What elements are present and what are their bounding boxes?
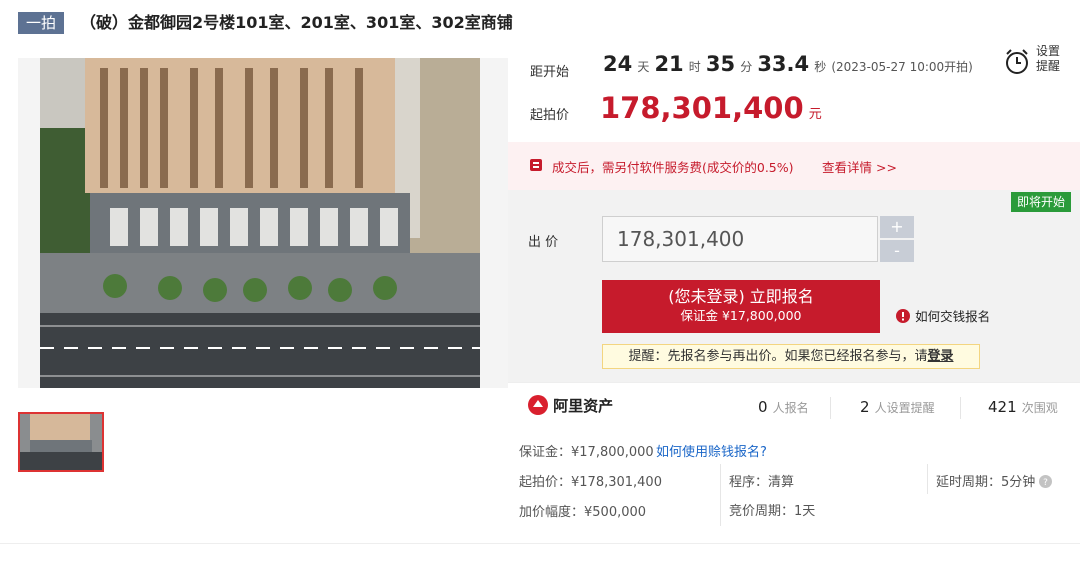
views-number: 421 — [988, 398, 1017, 416]
increment-detail: 加价幅度：¥500,000 — [519, 505, 647, 520]
property-photo[interactable] — [40, 58, 480, 388]
divider — [960, 397, 961, 419]
divider — [830, 397, 831, 419]
register-button-label: (您未登录) 立即报名 — [668, 287, 814, 306]
svg-text:?: ? — [1044, 478, 1049, 488]
register-button-deposit: 保证金 ¥17,800,000 — [680, 308, 802, 323]
reminders-number: 2 — [860, 398, 870, 416]
service-fee-notice: 成交后，需另付软件服务费(成交价的0.5%) 查看详情 >> — [508, 142, 1080, 190]
countdown-hours-unit: 时 — [688, 60, 701, 74]
countdown-days: 24 — [603, 52, 633, 76]
applicants-label: 人报名 — [772, 401, 809, 415]
how-to-pay-label: 如何交钱报名 — [915, 309, 991, 324]
applicants-number: 0 — [758, 398, 768, 416]
delay-period-text: 延时周期：5分钟 — [936, 475, 1036, 490]
how-to-pay-link[interactable]: 如何交钱报名 — [896, 306, 990, 325]
delay-period-detail: 延时周期：5分钟 ? — [936, 471, 1053, 490]
auction-round-badge: 一拍 — [18, 12, 64, 34]
reminder-label-line1: 设置 — [1036, 44, 1061, 58]
start-price-label: 起拍价 — [530, 108, 570, 123]
login-link[interactable]: 登录 — [928, 349, 954, 364]
countdown-minutes-unit: 分 — [740, 60, 753, 74]
login-reminder-tip: 提醒：先报名参与再出价。如果您已经报名参与，请登录 — [602, 344, 980, 369]
brand-name: 阿里资产 — [553, 397, 614, 415]
info-icon — [896, 309, 910, 323]
bid-amount-input[interactable]: 178,301,400 — [602, 216, 878, 262]
help-icon[interactable]: ? — [1039, 475, 1053, 488]
reminder-label-line2: 提醒 — [1036, 59, 1061, 73]
deposit-detail: 保证金：¥17,800,000 — [519, 445, 654, 460]
countdown-timer: 24 天 21 时 35 分 33.4 秒 (2023-05-27 10:00开… — [603, 52, 973, 76]
views-label: 次围观 — [1021, 401, 1058, 415]
section-divider — [0, 543, 1080, 544]
countdown-days-unit: 天 — [637, 60, 650, 74]
countdown-seconds-unit: 秒 — [814, 60, 827, 74]
detail-divider — [720, 464, 721, 526]
bid-label: 出 价 — [528, 235, 559, 250]
set-reminder-button[interactable]: 设置 提醒 — [1002, 44, 1068, 84]
notice-icon — [530, 159, 542, 171]
start-price-value: 178,301,400 — [600, 91, 804, 125]
photo-thumbnail[interactable] — [18, 412, 104, 472]
procedure-detail: 程序：清算 — [729, 475, 795, 490]
reminders-count: 2 人设置提醒 — [860, 397, 935, 416]
auction-stats-bar: 阿里资产 0 人报名 2 人设置提醒 421 次围观 — [508, 382, 1080, 431]
thumbnail-image — [20, 414, 102, 470]
property-photo-image — [40, 58, 480, 388]
start-price-detail: 起拍价：¥178,301,400 — [519, 475, 662, 490]
fee-notice-text: 成交后，需另付软件服务费(成交价的0.5%) — [552, 160, 794, 175]
start-price-unit: 元 — [808, 107, 822, 122]
register-now-button[interactable]: (您未登录) 立即报名 保证金 ¥17,800,000 — [602, 280, 880, 333]
start-time-note: (2023-05-27 10:00开拍) — [831, 60, 973, 74]
page-title: （破）金都御园2号楼101室、201室、301室、302室商铺 — [80, 13, 513, 32]
alarm-clock-icon — [1006, 49, 1028, 74]
credit-registration-link[interactable]: 如何使用赊钱报名? — [656, 441, 767, 460]
views-count: 421 次围观 — [988, 397, 1058, 416]
bidding-cycle-detail: 竞价周期：1天 — [729, 504, 816, 519]
main-photo-area — [18, 58, 508, 388]
auction-info-top: 距开始 24 天 21 时 35 分 33.4 秒 (2023-05-27 10… — [508, 38, 1080, 142]
countdown-seconds: 33.4 — [757, 52, 810, 76]
ali-assets-brand: 阿里资产 — [528, 395, 613, 416]
decrease-bid-button[interactable]: - — [880, 240, 914, 262]
countdown-minutes: 35 — [705, 52, 736, 76]
reminders-label: 人设置提醒 — [874, 401, 935, 415]
reminder-label: 设置 提醒 — [1036, 44, 1060, 74]
countdown-label: 距开始 — [530, 65, 570, 80]
increase-bid-button[interactable]: + — [880, 216, 914, 238]
detail-divider — [927, 464, 928, 494]
start-price: 178,301,400 元 — [600, 91, 822, 125]
countdown-hours: 21 — [654, 52, 684, 76]
ali-assets-logo-icon — [528, 395, 548, 415]
fee-details-link[interactable]: 查看详情 >> — [822, 157, 897, 176]
applicants-count: 0 人报名 — [758, 397, 809, 416]
status-badge: 即将开始 — [1011, 192, 1071, 212]
tip-text: 提醒：先报名参与再出价。如果您已经报名参与，请 — [628, 349, 928, 364]
